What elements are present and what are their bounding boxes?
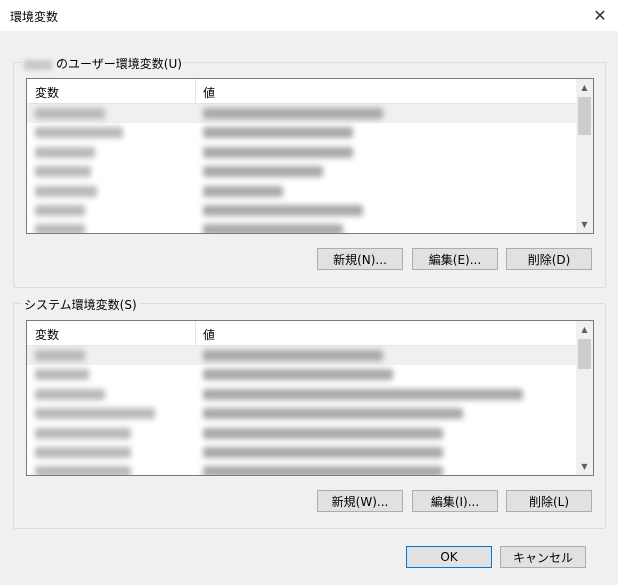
cancel-button[interactable]: キャンセル: [500, 546, 586, 568]
variable-value-redacted: [203, 146, 353, 158]
column-divider[interactable]: [195, 79, 196, 103]
variable-value-redacted: [203, 388, 523, 400]
list-item[interactable]: [27, 123, 576, 142]
variable-name-redacted: [35, 427, 131, 439]
system-variables-list[interactable]: 変数 値 ▲ ▼: [26, 320, 594, 476]
list-item[interactable]: [27, 143, 576, 162]
scroll-down-icon[interactable]: ▼: [576, 216, 593, 233]
list-item[interactable]: [27, 182, 576, 201]
list-item[interactable]: [27, 104, 576, 124]
variable-value-redacted: [203, 166, 323, 178]
variable-value-redacted: [203, 108, 383, 119]
system-new-button[interactable]: 新規(W)...: [317, 490, 403, 512]
column-header-variable[interactable]: 変数: [35, 84, 59, 101]
column-divider[interactable]: [195, 321, 196, 345]
list-item[interactable]: [27, 424, 576, 443]
variable-value-redacted: [203, 204, 363, 216]
username-redacted: [24, 59, 52, 70]
user-rows: [27, 104, 576, 233]
scroll-up-icon[interactable]: ▲: [576, 79, 593, 96]
user-variables-label: のユーザー環境変数(U): [22, 55, 184, 72]
user-new-button[interactable]: 新規(N)...: [317, 248, 403, 270]
system-delete-button[interactable]: 削除(L): [506, 490, 592, 512]
system-variables-label: システム環境変数(S): [22, 296, 139, 313]
variable-name-redacted: [35, 408, 155, 420]
list-item[interactable]: [27, 201, 576, 220]
list-item[interactable]: [27, 404, 576, 423]
variable-name-redacted: [35, 350, 85, 361]
list-item[interactable]: [27, 162, 576, 181]
variable-value-redacted: [203, 127, 353, 139]
variable-value-redacted: [203, 224, 343, 233]
list-item[interactable]: [27, 365, 576, 384]
variable-name-redacted: [35, 204, 85, 216]
variable-value-redacted: [203, 350, 383, 361]
user-delete-button[interactable]: 削除(D): [506, 248, 592, 270]
column-header-value[interactable]: 値: [203, 326, 215, 343]
close-icon: ✕: [593, 5, 607, 25]
column-header-variable[interactable]: 変数: [35, 326, 59, 343]
variable-name-redacted: [35, 108, 105, 119]
system-rows: [27, 346, 576, 475]
variable-name-redacted: [35, 127, 123, 139]
list-header: 変数 値: [27, 321, 576, 346]
scroll-up-icon[interactable]: ▲: [576, 321, 593, 338]
user-scrollbar[interactable]: ▲ ▼: [576, 79, 593, 233]
variable-name-redacted: [35, 185, 97, 197]
ok-button[interactable]: OK: [406, 546, 492, 568]
list-item[interactable]: [27, 346, 576, 366]
user-edit-button[interactable]: 編集(E)...: [412, 248, 498, 270]
title-bar: 環境変数 ✕: [0, 0, 618, 31]
list-item[interactable]: [27, 462, 576, 475]
system-edit-button[interactable]: 編集(I)...: [412, 490, 498, 512]
scroll-thumb[interactable]: [578, 97, 591, 135]
variable-name-redacted: [35, 466, 131, 475]
list-item[interactable]: [27, 443, 576, 462]
column-header-value[interactable]: 値: [203, 84, 215, 101]
variable-value-redacted: [203, 427, 443, 439]
variable-name-redacted: [35, 369, 89, 381]
variable-value-redacted: [203, 185, 283, 197]
variable-value-redacted: [203, 408, 463, 420]
scroll-down-icon[interactable]: ▼: [576, 458, 593, 475]
user-variables-list[interactable]: 変数 値 ▲ ▼: [26, 78, 594, 234]
variable-name-redacted: [35, 224, 85, 233]
variable-name-redacted: [35, 388, 105, 400]
list-item[interactable]: [27, 220, 576, 233]
list-header: 変数 値: [27, 79, 576, 104]
window-title: 環境変数: [10, 10, 59, 24]
variable-value-redacted: [203, 466, 443, 475]
variable-name-redacted: [35, 146, 95, 158]
system-scrollbar[interactable]: ▲ ▼: [576, 321, 593, 475]
close-button[interactable]: ✕: [588, 4, 612, 26]
variable-value-redacted: [203, 446, 443, 458]
variable-value-redacted: [203, 369, 393, 381]
list-item[interactable]: [27, 385, 576, 404]
scroll-thumb[interactable]: [578, 339, 591, 369]
variable-name-redacted: [35, 446, 131, 458]
variable-name-redacted: [35, 166, 91, 178]
